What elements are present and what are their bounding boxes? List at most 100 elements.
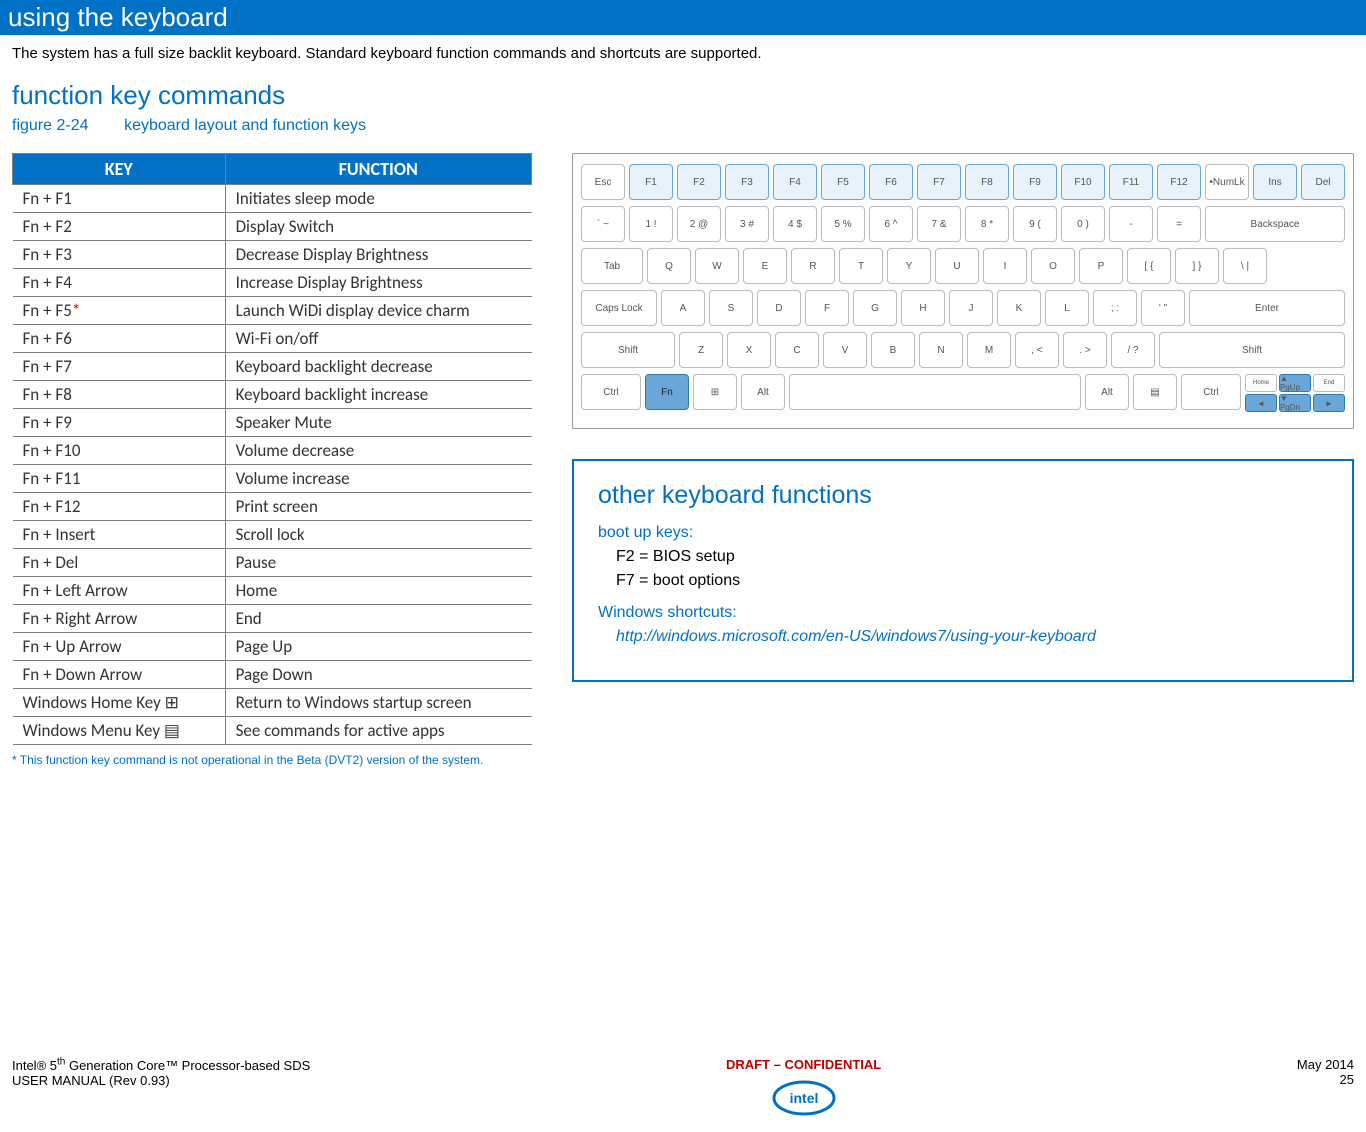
table-row: Fn + F5*Launch WiDi display device charm xyxy=(13,297,532,325)
keycap: 5 % xyxy=(821,206,865,242)
cell-key: Windows Home Key ⊞ xyxy=(13,689,226,717)
keycap: A xyxy=(661,290,705,326)
keycap: Alt xyxy=(741,374,785,410)
other-functions-box: other keyboard functions boot up keys: F… xyxy=(572,459,1354,682)
keycap: [ { xyxy=(1127,248,1171,284)
figure-caption: figure 2-24 keyboard layout and function… xyxy=(12,117,1354,135)
keycap: Caps Lock xyxy=(581,290,657,326)
footer-manual: USER MANUAL (Rev 0.93) xyxy=(12,1073,170,1088)
keycap: E xyxy=(743,248,787,284)
cell-function: Launch WiDi display device charm xyxy=(225,297,531,325)
cell-key: Fn + Down Arrow xyxy=(13,661,226,689)
keycap: , < xyxy=(1015,332,1059,368)
keycap: 3 # xyxy=(725,206,769,242)
footer-confidential: DRAFT – CONFIDENTIAL xyxy=(726,1057,881,1072)
keycap: W xyxy=(695,248,739,284)
table-row: Fn + F10Volume decrease xyxy=(13,437,532,465)
keycap: B xyxy=(871,332,915,368)
table-row: Fn + F4Increase Display Brightness xyxy=(13,269,532,297)
cell-function: Decrease Display Brightness xyxy=(225,241,531,269)
keycap: 1 ! xyxy=(629,206,673,242)
keycap: F11 xyxy=(1109,164,1153,200)
keycap: = xyxy=(1157,206,1201,242)
svg-text:intel: intel xyxy=(789,1090,818,1106)
keycap: D xyxy=(757,290,801,326)
keycap: ` ~ xyxy=(581,206,625,242)
table-row: Fn + Down ArrowPage Down xyxy=(13,661,532,689)
cell-function: Print screen xyxy=(225,493,531,521)
keycap: 2 @ xyxy=(677,206,721,242)
keycap: F5 xyxy=(821,164,865,200)
keycap: Z xyxy=(679,332,723,368)
cell-key: Fn + F8 xyxy=(13,381,226,409)
function-key-table: KEY FUNCTION Fn + F1Initiates sleep mode… xyxy=(12,153,532,745)
keycap: F4 xyxy=(773,164,817,200)
cell-key: Windows Menu Key ▤ xyxy=(13,717,226,745)
keycap: ] } xyxy=(1175,248,1219,284)
keycap: R xyxy=(791,248,835,284)
cell-function: Page Down xyxy=(225,661,531,689)
keycap: H xyxy=(901,290,945,326)
keycap: ⊞ xyxy=(693,374,737,410)
figure-title: keyboard layout and function keys xyxy=(124,117,366,134)
obox-title: other keyboard functions xyxy=(598,481,1328,510)
keycap: P xyxy=(1079,248,1123,284)
cell-function: Wi-Fi on/off xyxy=(225,325,531,353)
keycap: F10 xyxy=(1061,164,1105,200)
keycap: F9 xyxy=(1013,164,1057,200)
cell-function: Volume increase xyxy=(225,465,531,493)
keycap: ▤ xyxy=(1133,374,1177,410)
keycap: . > xyxy=(1063,332,1107,368)
keycap: T xyxy=(839,248,883,284)
keycap: F xyxy=(805,290,849,326)
cell-key: Fn + F5* xyxy=(13,297,226,325)
table-row: Fn + F2Display Switch xyxy=(13,213,532,241)
keycap: O xyxy=(1031,248,1075,284)
th-function: FUNCTION xyxy=(225,154,531,185)
cell-function: Increase Display Brightness xyxy=(225,269,531,297)
boot-key-f7: F7 = boot options xyxy=(616,572,1328,590)
table-row: Fn + Left ArrowHome xyxy=(13,577,532,605)
cell-key: Fn + Insert xyxy=(13,521,226,549)
keycap: F12 xyxy=(1157,164,1201,200)
keycap: / ? xyxy=(1111,332,1155,368)
keycap xyxy=(789,374,1081,410)
cell-function: Display Switch xyxy=(225,213,531,241)
table-row: Fn + F3Decrease Display Brightness xyxy=(13,241,532,269)
table-row: Fn + F11Volume increase xyxy=(13,465,532,493)
keycap: Ins xyxy=(1253,164,1297,200)
keycap: Backspace xyxy=(1205,206,1345,242)
keycap: L xyxy=(1045,290,1089,326)
section-heading: function key commands xyxy=(12,80,1354,111)
cell-function: Scroll lock xyxy=(225,521,531,549)
section-banner: using the keyboard xyxy=(0,0,1366,35)
cell-function: Keyboard backlight increase xyxy=(225,381,531,409)
table-row: Fn + F8Keyboard backlight increase xyxy=(13,381,532,409)
cell-key: Fn + F2 xyxy=(13,213,226,241)
keycap: ' " xyxy=(1141,290,1185,326)
table-row: Fn + F9Speaker Mute xyxy=(13,409,532,437)
keycap: F8 xyxy=(965,164,1009,200)
cell-function: Speaker Mute xyxy=(225,409,531,437)
cell-key: Fn + F4 xyxy=(13,269,226,297)
keycap: 9 ( xyxy=(1013,206,1057,242)
cell-function: See commands for active apps xyxy=(225,717,531,745)
keycap: - xyxy=(1109,206,1153,242)
windows-shortcuts-link[interactable]: http://windows.microsoft.com/en-US/windo… xyxy=(616,628,1096,645)
table-row: Fn + F1Initiates sleep mode xyxy=(13,185,532,213)
cell-key: Fn + F10 xyxy=(13,437,226,465)
keycap: 6 ^ xyxy=(869,206,913,242)
cell-function: Volume decrease xyxy=(225,437,531,465)
keycap: Ctrl xyxy=(1181,374,1241,410)
keycap: G xyxy=(853,290,897,326)
cell-function: End xyxy=(225,605,531,633)
keycap: I xyxy=(983,248,1027,284)
keycap: \ | xyxy=(1223,248,1267,284)
table-row: Fn + Right ArrowEnd xyxy=(13,605,532,633)
footer-date: May 2014 xyxy=(1297,1057,1354,1072)
footer-page: 25 xyxy=(1340,1072,1354,1087)
intro-text: The system has a full size backlit keybo… xyxy=(12,45,1354,62)
keycap: Tab xyxy=(581,248,643,284)
cell-key: Fn + F11 xyxy=(13,465,226,493)
keycap: Del xyxy=(1301,164,1345,200)
